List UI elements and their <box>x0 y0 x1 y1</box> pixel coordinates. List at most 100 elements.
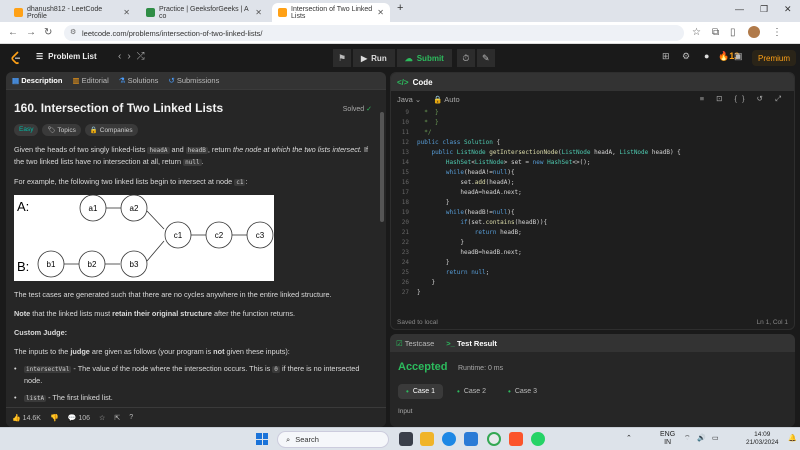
leetcode-logo-icon[interactable] <box>10 51 22 65</box>
line-number: 10 <box>401 119 409 126</box>
vscode-icon[interactable] <box>464 432 478 446</box>
extensions-icon[interactable]: ⧉ <box>712 27 719 38</box>
run-button[interactable]: ▶ Run <box>353 49 395 67</box>
pass-dot-icon: • <box>508 387 511 396</box>
browser-tab-1[interactable]: dhanush812 - LeetCode Profile ✕ <box>8 3 136 22</box>
topics-tag[interactable]: 🏷 Topics <box>42 124 81 136</box>
browser-tab-2[interactable]: Practice | GeeksforGeeks | A co ✕ <box>140 3 268 22</box>
browser-menu-icon[interactable]: ⋮ <box>772 27 782 38</box>
volume-icon[interactable]: 🔊 <box>697 434 706 442</box>
close-tab-icon[interactable]: ✕ <box>255 8 262 17</box>
comments-button[interactable]: 💬 106 <box>68 414 90 422</box>
problem-list-button[interactable]: ☰ Problem List <box>36 52 97 61</box>
judge-intro: The inputs to the judge are given as fol… <box>14 347 290 356</box>
line-number: 17 <box>401 189 409 196</box>
timer-icon[interactable]: ⏱ <box>456 49 475 67</box>
dislike-button[interactable]: 👎 <box>50 414 59 422</box>
case-tabs: • Case 1 • Case 2 • Case 3 <box>398 384 545 399</box>
case-3-tab[interactable]: • Case 3 <box>500 384 545 399</box>
editor-actions[interactable]: ≡ ⊡ {} ↺ ⤢ <box>700 94 786 104</box>
windows-start-icon[interactable] <box>256 433 268 445</box>
wifi-icon[interactable]: ⌔ <box>684 434 691 443</box>
auto-save-toggle[interactable]: 🔒 Auto <box>433 95 459 104</box>
play-icon: ▶ <box>361 53 368 63</box>
code-editor[interactable]: 9 * } 10 * } 11 */12 public class Solution … <box>391 109 794 317</box>
notification-bell-icon[interactable]: 🔔 <box>788 434 797 442</box>
case-1-tab[interactable]: • Case 1 <box>398 384 443 399</box>
close-tab-icon[interactable]: ✕ <box>123 8 130 17</box>
language-select[interactable]: Java ⌄ <box>397 95 421 104</box>
edge-icon[interactable] <box>442 432 456 446</box>
line-text: headA=headA.next; <box>417 189 522 196</box>
user-avatar-icon[interactable]: ● <box>704 51 709 61</box>
minimize-icon[interactable]: — <box>735 4 744 14</box>
line-text: } <box>417 289 421 296</box>
case-2-tab[interactable]: • Case 2 <box>449 384 494 399</box>
whatsapp-icon[interactable] <box>531 432 545 446</box>
test-result-panel: ☑ Testcase >_ Test Result Accepted Runti… <box>390 334 795 427</box>
tab-description[interactable]: ▤ Description <box>12 76 62 85</box>
tray-chevron-icon[interactable]: ⌃ <box>626 434 632 442</box>
line-number: 9 <box>405 109 409 116</box>
code-line: 10 * } <box>391 119 794 128</box>
node-label: a2 <box>130 204 139 213</box>
forward-icon[interactable]: → <box>26 27 36 38</box>
tab-test-result[interactable]: >_ Test Result <box>446 339 497 348</box>
site-info-icon[interactable]: ⚙ <box>70 28 76 36</box>
browser-tab-3[interactable]: Intersection of Two Linked Lists ✕ <box>272 3 390 22</box>
task-view-icon[interactable] <box>399 432 413 446</box>
node-label: b1 <box>47 260 56 269</box>
tab-editorial[interactable]: ▥ Editorial <box>72 76 108 85</box>
problem-nav-arrows[interactable]: ‹›⤮ <box>118 51 151 62</box>
code-line: 24 } <box>391 259 794 268</box>
reload-icon[interactable]: ↻ <box>44 27 52 38</box>
upload-cloud-icon: ☁ <box>404 53 413 63</box>
search-icon: ⌕ <box>286 434 291 444</box>
share-icon[interactable]: ⇱ <box>114 414 120 422</box>
battery-icon[interactable]: ▭ <box>712 434 719 442</box>
description-scrollbar[interactable] <box>380 112 384 222</box>
tab-submissions[interactable]: ↺ Submissions <box>168 76 219 85</box>
fire-icon: 🔥 <box>718 51 730 61</box>
brave-icon[interactable] <box>509 432 523 446</box>
back-icon[interactable]: ← <box>8 27 18 38</box>
settings-gear-icon[interactable]: ⚙ <box>682 51 690 62</box>
line-text: while(headB!=null){ <box>445 209 515 216</box>
file-explorer-icon[interactable] <box>420 432 434 446</box>
clock-time: 14:09 <box>754 431 771 438</box>
notes-icon[interactable]: ✎ <box>476 49 495 67</box>
help-icon[interactable]: ? <box>129 414 133 421</box>
code-line: 14 HashSet<ListNode> set = new HashSet<>… <box>391 159 794 168</box>
maximize-icon[interactable]: ❐ <box>760 4 768 15</box>
premium-button[interactable]: Premium <box>752 50 797 66</box>
url-field[interactable]: ⚙ leetcode.com/problems/intersection-of-… <box>64 25 684 41</box>
layout-icon[interactable]: ⊞ <box>662 51 670 62</box>
close-tab-icon[interactable]: ✕ <box>377 8 384 17</box>
profile-avatar[interactable] <box>748 26 760 38</box>
taskbar-search[interactable]: ⌕ Search <box>277 431 389 448</box>
code-line: 12 public class Solution { <box>391 139 794 148</box>
like-button[interactable]: 👍 14.6K <box>12 414 41 422</box>
system-clock[interactable]: 14:09 21/03/2024 <box>746 431 779 447</box>
tab-testcase[interactable]: ☑ Testcase <box>396 339 434 348</box>
tab-title: Intersection of Two Linked Lists <box>291 5 373 20</box>
node-label: c2 <box>215 231 224 240</box>
companies-tag[interactable]: 🔒 Companies <box>84 124 138 136</box>
chrome-icon[interactable] <box>487 432 501 446</box>
language-indicator[interactable]: ENG IN <box>660 431 675 447</box>
debug-icon[interactable]: ⚑ <box>333 49 351 67</box>
submit-button[interactable]: ☁ Submit <box>396 49 452 67</box>
new-tab-button[interactable]: + <box>397 2 403 14</box>
code-line: 18 } <box>391 199 794 208</box>
playground-icon[interactable]: ▣ <box>734 51 743 62</box>
close-window-icon[interactable]: ✕ <box>784 4 792 15</box>
node-label: a1 <box>89 204 98 213</box>
difficulty-badge[interactable]: Easy <box>14 124 39 136</box>
tab-solutions[interactable]: ⚗ Solutions <box>119 76 159 85</box>
bookmark-star-icon[interactable]: ☆ <box>692 27 701 38</box>
code-line: 25 return null; <box>391 269 794 278</box>
favorite-star-icon[interactable]: ☆ <box>99 414 105 422</box>
browser-tab-bar: dhanush812 - LeetCode Profile ✕ Practice… <box>0 0 800 22</box>
sidepanel-icon[interactable]: ▯ <box>730 27 736 38</box>
structure-note: Note that the linked lists must retain t… <box>14 309 296 318</box>
